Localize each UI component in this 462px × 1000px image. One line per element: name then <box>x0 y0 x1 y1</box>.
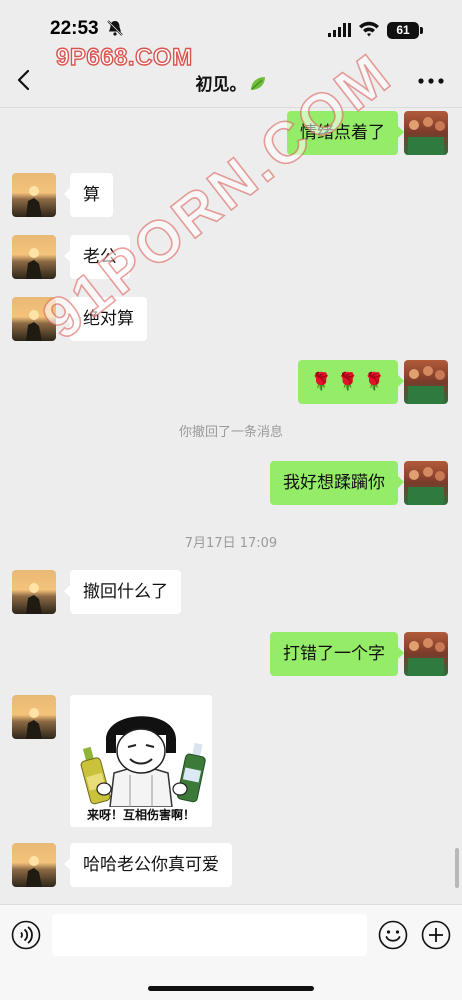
bell-muted-icon <box>107 20 123 36</box>
timestamp-divider: 7月17日 17:09 <box>184 536 278 551</box>
sticker-caption: 来呀！互相伤害啊！ <box>86 808 195 822</box>
my-avatar[interactable] <box>404 632 448 676</box>
my-avatar[interactable] <box>404 461 448 505</box>
battery-indicator: 61 <box>387 22 419 39</box>
signal-icon <box>328 23 351 37</box>
message-bubble-outgoing[interactable]: 打错了一个字 <box>270 632 404 676</box>
home-indicator <box>148 986 314 991</box>
battery-tip <box>420 27 423 34</box>
contact-avatar[interactable] <box>12 235 56 279</box>
contact-avatar[interactable] <box>12 173 56 217</box>
my-avatar[interactable] <box>404 111 448 155</box>
my-avatar[interactable] <box>404 360 448 404</box>
sticker-message[interactable]: 来呀！互相伤害啊！ <box>70 695 212 827</box>
contact-avatar[interactable] <box>12 843 56 887</box>
wifi-icon <box>359 21 379 37</box>
voice-input-icon[interactable] <box>11 920 41 950</box>
status-time: 22:53 <box>50 18 99 39</box>
contact-avatar[interactable] <box>12 570 56 614</box>
message-bubble-incoming[interactable]: 撤回什么了 <box>64 570 181 614</box>
plus-icon[interactable] <box>421 920 451 950</box>
more-options-icon[interactable] <box>418 78 444 84</box>
system-message-recall[interactable]: 你撤回了一条消息 <box>0 421 462 440</box>
scrollbar[interactable] <box>455 848 459 888</box>
message-input[interactable] <box>52 914 367 956</box>
message-bubble-outgoing[interactable]: 🌹 🌹 🌹 <box>297 360 405 404</box>
contact-avatar[interactable] <box>12 695 56 739</box>
meme-face-with-beer-icon <box>80 716 206 808</box>
leaf-icon <box>250 77 265 90</box>
emoji-icon[interactable] <box>378 920 408 950</box>
message-bubble-incoming[interactable]: 算 <box>64 173 113 217</box>
message-bubble-incoming[interactable]: 哈哈老公你真可爱 <box>64 843 232 887</box>
chat-title-text: 初见。 <box>195 75 247 95</box>
message-bubble-outgoing[interactable]: 我好想蹂躏你 <box>270 461 404 505</box>
watermark-top: 9P668.COM <box>55 43 193 71</box>
input-bar <box>0 904 462 1000</box>
